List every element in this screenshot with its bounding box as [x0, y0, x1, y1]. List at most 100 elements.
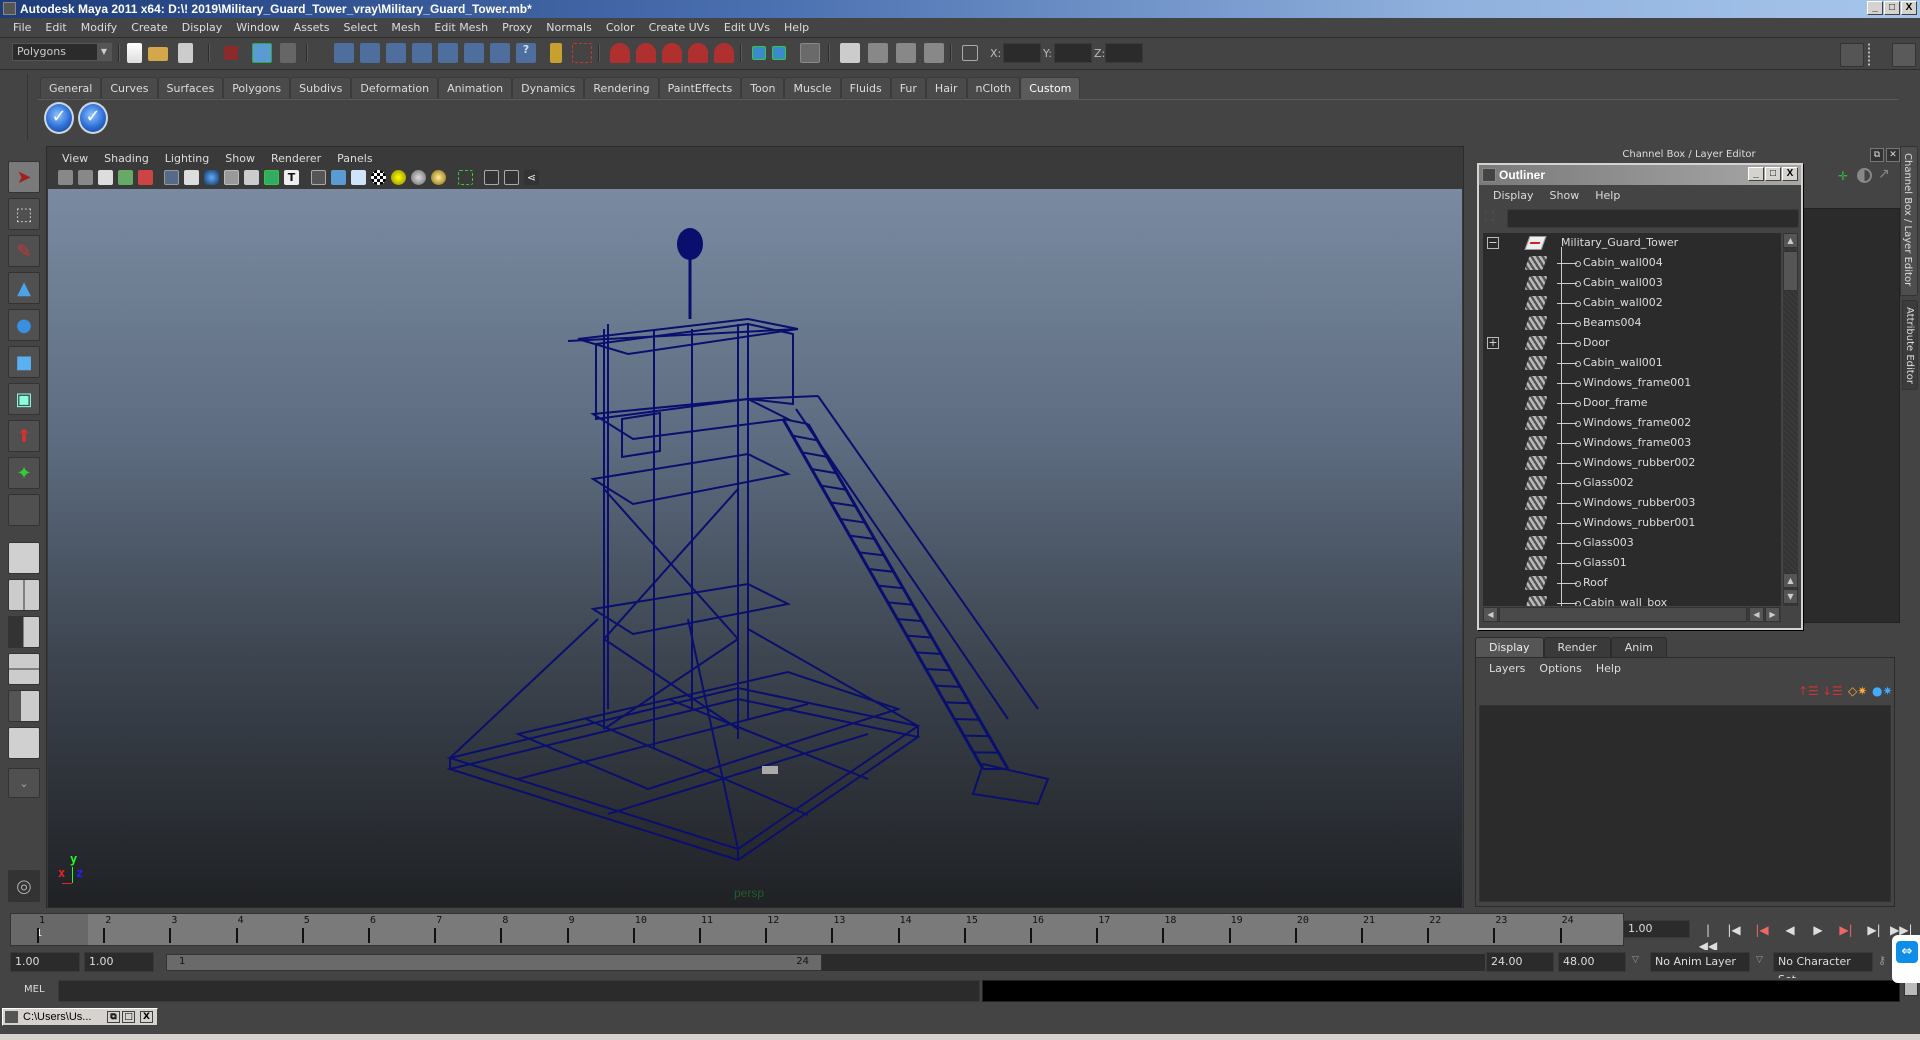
input-connections-icon[interactable] — [752, 46, 766, 60]
safe-action-icon[interactable] — [264, 170, 279, 185]
outliner-item[interactable]: Windows_frame003 — [1483, 433, 1781, 453]
outliner-close-button[interactable]: X — [1782, 167, 1798, 181]
outliner-item[interactable]: Windows_frame002 — [1483, 413, 1781, 433]
select-joint-icon[interactable] — [360, 43, 380, 63]
menu-edit-mesh[interactable]: Edit Mesh — [427, 18, 495, 38]
outliner-menu-display[interactable]: Display — [1485, 187, 1542, 205]
menu-set-selector[interactable]: Polygons ▼ — [12, 43, 112, 61]
shelf-tab-hair[interactable]: Hair — [925, 77, 967, 98]
shelf-drag-handle[interactable] — [16, 74, 28, 140]
maximize-button[interactable]: □ — [1884, 1, 1900, 15]
shelf-tab-subdivs[interactable]: Subdivs — [290, 77, 352, 98]
wireframe-icon[interactable] — [311, 170, 326, 185]
select-by-hierarchy-icon[interactable] — [224, 46, 238, 60]
grid-toggle-icon[interactable] — [164, 170, 179, 185]
step-back-key-button[interactable]: |◀ — [1724, 922, 1744, 938]
show-tool-settings-icon[interactable] — [1868, 43, 1888, 67]
viewport-menu-renderer[interactable]: Renderer — [263, 152, 329, 165]
play-backwards-button[interactable]: ◀ — [1780, 922, 1800, 938]
shelf-tab-dynamics[interactable]: Dynamics — [512, 77, 585, 98]
viewport-menu-show[interactable]: Show — [217, 152, 263, 165]
outliner-title-bar[interactable]: Outliner _ □ X — [1479, 165, 1801, 185]
layout-single-perspective[interactable] — [8, 542, 40, 574]
restore-button[interactable]: ⧉ — [107, 1011, 120, 1023]
shelf-tab-painteffects[interactable]: PaintEffects — [658, 77, 742, 98]
2d-pan-zoom-icon[interactable] — [138, 170, 153, 185]
range-slider[interactable]: 1 24 — [166, 954, 822, 971]
highlight-selection-icon[interactable] — [572, 43, 592, 63]
viewport-menu-view[interactable]: View — [54, 152, 96, 165]
shelf-tab-deformation[interactable]: Deformation — [351, 77, 439, 98]
layer-tab-render[interactable]: Render — [1543, 637, 1611, 657]
output-connections-icon[interactable] — [772, 46, 786, 60]
select-curve-icon[interactable] — [386, 43, 406, 63]
snap-to-curve-icon[interactable] — [636, 43, 656, 63]
lasso-tool[interactable]: ⬚ — [8, 198, 40, 230]
outliner-horizontal-scrollbar[interactable]: ◀ ◀ ▶ — [1483, 607, 1781, 622]
character-set-selector[interactable]: No Character Set — [1773, 952, 1873, 986]
select-rendering-icon[interactable] — [490, 43, 510, 63]
command-language-label[interactable]: MEL — [24, 984, 45, 995]
outliner-item[interactable]: Windows_frame001 — [1483, 373, 1781, 393]
shelf-button-2[interactable]: ✓ — [78, 102, 108, 134]
menu-assets[interactable]: Assets — [287, 18, 337, 38]
scroll-up-arrow-icon[interactable]: ▲ — [1783, 233, 1798, 248]
menu-edit[interactable]: Edit — [38, 18, 73, 38]
float-panel-button[interactable]: ⧉ — [1870, 148, 1884, 162]
smooth-shade-icon[interactable] — [331, 170, 346, 185]
share-icon[interactable]: ⋖ — [524, 170, 539, 185]
scale-tool[interactable]: ■ — [8, 346, 40, 378]
image-plane-icon[interactable] — [118, 170, 133, 185]
outliner-item[interactable]: Glass003 — [1483, 533, 1781, 553]
open-scene-icon[interactable] — [148, 47, 168, 61]
scroll-up-arrow-icon[interactable]: ▲ — [1783, 573, 1798, 588]
animation-end-field[interactable]: 48.00 — [1558, 952, 1626, 972]
menu-color[interactable]: Color — [599, 18, 642, 38]
shelf-tab-fluids[interactable]: Fluids — [840, 77, 891, 98]
shelf-button-1[interactable]: ✓ — [44, 102, 74, 134]
teamviewer-badge[interactable]: ⇔ — [1892, 935, 1920, 983]
step-back-frame-button[interactable]: |◀ — [1752, 922, 1772, 938]
outliner-item[interactable]: Glass002 — [1483, 473, 1781, 493]
close-button[interactable]: X — [1901, 1, 1917, 15]
construction-history-icon[interactable] — [800, 43, 820, 63]
animation-start-field[interactable]: 1.00 — [10, 952, 80, 972]
collapse-icon[interactable]: − — [1487, 237, 1499, 249]
play-forwards-button[interactable]: ▶ — [1808, 922, 1828, 938]
arrow-icon[interactable]: ↗ — [1878, 166, 1894, 182]
rotate-tool[interactable]: ● — [8, 309, 40, 341]
select-deformation-icon[interactable] — [438, 43, 458, 63]
use-default-lighting-icon[interactable] — [391, 170, 406, 185]
current-time-field[interactable]: 1.00 — [1623, 920, 1690, 938]
menu-modify[interactable]: Modify — [74, 18, 124, 38]
outliner-minimize-button[interactable]: _ — [1748, 167, 1764, 181]
select-surface-icon[interactable] — [412, 43, 432, 63]
layout-hypershade[interactable] — [8, 690, 40, 722]
go-to-start-button[interactable]: |◀◀ — [1698, 922, 1718, 953]
outliner-item[interactable]: Cabin_wall_box — [1483, 593, 1781, 606]
layout-persp-outliner-graph[interactable] — [8, 727, 40, 759]
chevron-down-icon[interactable]: ▽ — [1632, 955, 1639, 965]
outliner-menu-show[interactable]: Show — [1542, 187, 1588, 205]
textured-icon[interactable] — [371, 170, 386, 185]
outliner-item[interactable]: Glass01 — [1483, 553, 1781, 573]
field-chart-icon[interactable] — [244, 170, 259, 185]
outliner-menu-help[interactable]: Help — [1587, 187, 1628, 205]
viewport-menu-lighting[interactable]: Lighting — [157, 152, 217, 165]
select-by-object-icon[interactable] — [252, 43, 272, 63]
menu-normals[interactable]: Normals — [539, 18, 599, 38]
ipr-render-icon[interactable] — [896, 43, 916, 63]
resolution-gate-icon[interactable] — [204, 170, 219, 185]
layer-menu-options[interactable]: Options — [1532, 660, 1588, 678]
show-attribute-editor-icon[interactable] — [1840, 43, 1864, 67]
layer-tab-anim[interactable]: Anim — [1610, 637, 1667, 657]
soft-modification-tool[interactable]: ⬆ — [8, 420, 40, 452]
outliner-item[interactable]: Beams004 — [1483, 313, 1781, 333]
layout-persp-outliner[interactable] — [8, 616, 40, 648]
y-field[interactable] — [1054, 43, 1092, 63]
menu-select[interactable]: Select — [336, 18, 384, 38]
outliner-item[interactable]: Windows_rubber003 — [1483, 493, 1781, 513]
scroll-left-arrow-icon[interactable]: ◀ — [1749, 607, 1764, 622]
manipulator-axis-icon[interactable]: ✛ — [1838, 169, 1852, 183]
paint-select-tool[interactable]: ✎ — [8, 235, 40, 267]
